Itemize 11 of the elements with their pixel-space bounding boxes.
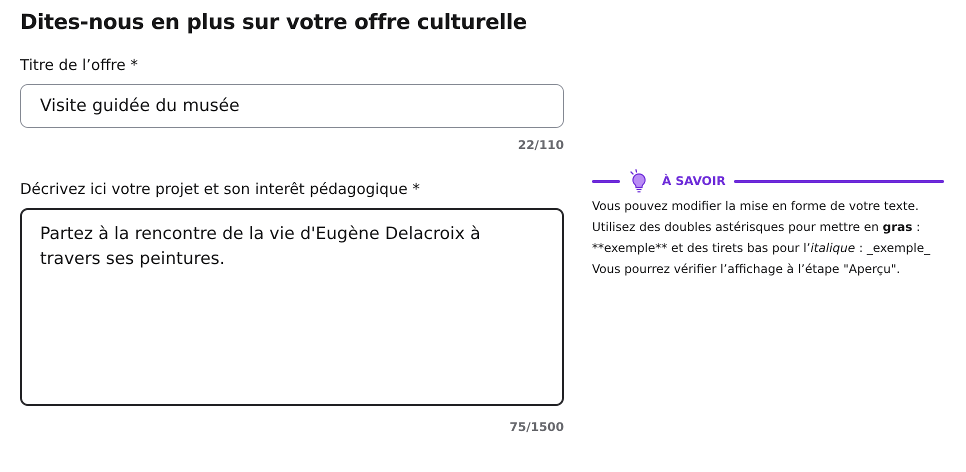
title-input-field[interactable]: Visite guidée du musée bbox=[20, 84, 564, 128]
info-text: Utilisez des doubles astérisques pour mettre en gras : **exemple** et des tirets bas pour l’italique : _exemple_ bbox=[592, 219, 932, 257]
character-counter: 75/1500 bbox=[508, 420, 564, 434]
description-text-area[interactable]: Partez à la rencontre de la vie d'Eugène Delacroix à travers ses peintures. bbox=[20, 208, 564, 406]
info-text: Vous pouvez modifier la mise en forme de votre texte. bbox=[592, 198, 920, 215]
info-title: À SAVOIR bbox=[662, 174, 726, 188]
field-label: Titre de l’offre * bbox=[20, 56, 139, 74]
page-heading: Dites-nous en plus sur votre offre culturelle bbox=[20, 10, 528, 34]
character-counter: 22/110 bbox=[516, 138, 564, 152]
field-label: Décrivez ici votre projet et son interêt pédagogique * bbox=[20, 180, 421, 198]
info-text: Vous pourrez vérifier l’affichage à l’étape "Aperçu". bbox=[592, 261, 902, 278]
